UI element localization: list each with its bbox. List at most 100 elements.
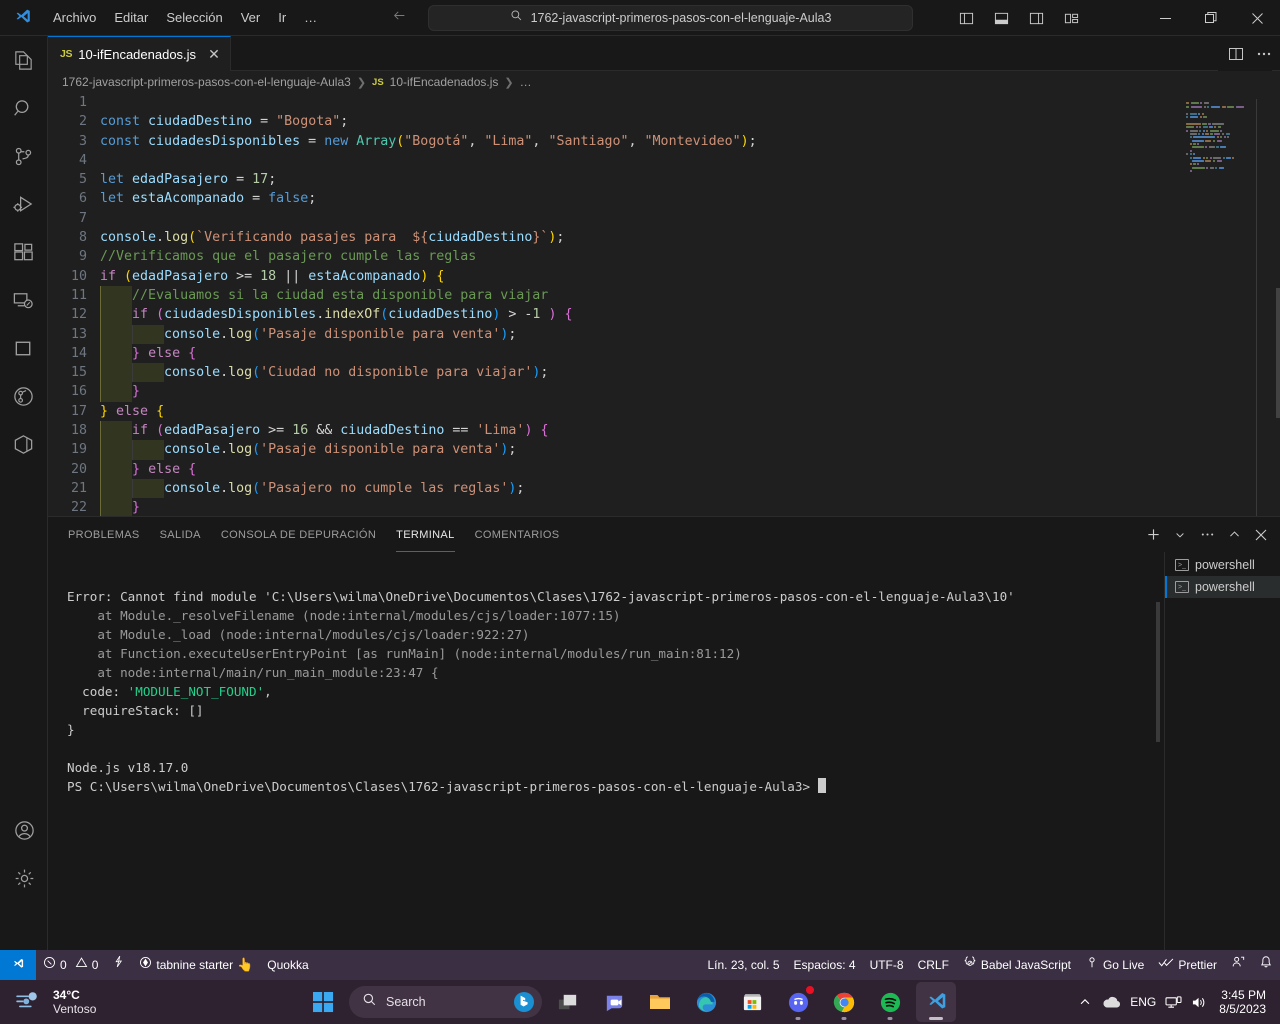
- volume-icon[interactable]: [1191, 995, 1208, 1010]
- vscode-icon[interactable]: [916, 982, 956, 1022]
- testing-square-icon[interactable]: [0, 324, 48, 372]
- tab-salida[interactable]: SALIDA: [150, 517, 211, 552]
- gitlens-icon[interactable]: [0, 372, 48, 420]
- code-editor[interactable]: 1 2 3 4 5 6 7 8 9 10 11 12 13 14 15 16 17 18 19 20 21 22 cons…: [48, 93, 1280, 516]
- menu-ir[interactable]: Ir: [269, 6, 295, 30]
- line-number: 15: [70, 365, 87, 381]
- toggle-secondary-sidebar-icon[interactable]: [1023, 5, 1049, 31]
- window-close-button[interactable]: [1234, 0, 1280, 36]
- extensions-icon[interactable]: [0, 228, 48, 276]
- terminal-instance-label: powershell: [1195, 558, 1255, 572]
- microsoft-store-icon[interactable]: [732, 982, 772, 1022]
- breadcrumb-symbol[interactable]: …: [520, 75, 532, 89]
- close-panel-icon[interactable]: [1250, 524, 1272, 546]
- toggle-primary-sidebar-icon[interactable]: [953, 5, 979, 31]
- code-content[interactable]: const ciudadDestino = "Bogota"; const ci…: [100, 93, 1280, 516]
- discord-icon[interactable]: [778, 982, 818, 1022]
- status-indentation[interactable]: Espacios: 4: [787, 954, 863, 976]
- more-actions-icon[interactable]: [1196, 524, 1218, 546]
- status-eol[interactable]: CRLF: [911, 954, 956, 976]
- go-live-label: Go Live: [1102, 958, 1145, 972]
- toggle-panel-icon[interactable]: [988, 5, 1014, 31]
- tab-comentarios[interactable]: COMENTARIOS: [465, 517, 570, 552]
- menu-more[interactable]: …: [295, 6, 326, 30]
- minimap[interactable]: [1186, 99, 1266, 516]
- weather-temperature: 34°C: [53, 988, 80, 1002]
- onedrive-icon[interactable]: [1101, 995, 1121, 1009]
- code-line: //Evaluamos si la ciudad esta disponible…: [100, 285, 1280, 306]
- file-explorer-icon[interactable]: [640, 982, 680, 1022]
- windows-start-icon[interactable]: [303, 982, 343, 1022]
- terminal-dropdown-icon[interactable]: [1169, 524, 1191, 546]
- window-maximize-button[interactable]: [1188, 0, 1234, 36]
- windows-taskbar: 34°C Ventoso Search ENG 3:45 PM 8/5/2023: [0, 980, 1280, 1024]
- command-center-search[interactable]: 1762-javascript-primeros-pasos-con-el-le…: [428, 5, 913, 31]
- status-tabnine[interactable]: tabnine starter 👆: [132, 954, 260, 976]
- terminal-line: }: [67, 722, 75, 737]
- tab-problemas[interactable]: PROBLEMAS: [58, 517, 150, 552]
- remote-explorer-icon[interactable]: [0, 276, 48, 324]
- network-icon[interactable]: [1165, 995, 1182, 1010]
- google-chrome-icon[interactable]: [824, 982, 864, 1022]
- status-quokka[interactable]: Quokka: [260, 954, 315, 976]
- editor-scrollbar[interactable]: [1276, 288, 1280, 418]
- customize-layout-icon[interactable]: [1058, 5, 1084, 31]
- terminal-instance-1[interactable]: >_ powershell: [1165, 554, 1280, 576]
- search-icon: [362, 992, 377, 1012]
- code-line: }: [100, 382, 1280, 402]
- bottom-panel: PROBLEMAS SALIDA CONSOLA DE DEPURACIÓN T…: [48, 516, 1280, 951]
- new-terminal-icon[interactable]: [1142, 524, 1164, 546]
- terminal-output[interactable]: Error: Cannot find module 'C:\Users\wilm…: [48, 552, 1164, 951]
- search-icon[interactable]: [0, 84, 48, 132]
- minimap-slider[interactable]: [1256, 99, 1266, 516]
- editor-tab-label: 10-ifEncadenados.js: [78, 46, 197, 62]
- taskbar-clock[interactable]: 3:45 PM 8/5/2023: [1217, 988, 1272, 1016]
- settings-gear-icon[interactable]: [0, 854, 48, 902]
- split-editor-icon[interactable]: [1228, 46, 1244, 62]
- more-actions-icon[interactable]: [1256, 46, 1272, 62]
- spotify-icon[interactable]: [870, 982, 910, 1022]
- status-prettier[interactable]: Prettier: [1151, 954, 1224, 976]
- maximize-panel-icon[interactable]: [1223, 524, 1245, 546]
- breadcrumb-folder[interactable]: 1762-javascript-primeros-pasos-con-el-le…: [62, 75, 351, 89]
- menu-seleccion[interactable]: Selección: [157, 6, 231, 30]
- close-icon[interactable]: ✕: [208, 47, 220, 61]
- editor-tab-10-ifencadenados[interactable]: JS 10-ifEncadenados.js ✕: [48, 36, 231, 71]
- menu-ver[interactable]: Ver: [232, 6, 270, 30]
- run-and-debug-icon[interactable]: [0, 180, 48, 228]
- taskbar-weather-widget[interactable]: 34°C Ventoso: [0, 988, 96, 1016]
- arrow-left-icon[interactable]: [392, 9, 407, 26]
- status-radon[interactable]: [105, 954, 132, 976]
- language-indicator[interactable]: ENG: [1130, 995, 1156, 1009]
- minimap-line: [1186, 112, 1254, 115]
- status-encoding[interactable]: UTF-8: [863, 954, 911, 976]
- bing-chat-icon[interactable]: [513, 991, 535, 1018]
- accounts-icon[interactable]: [0, 806, 48, 854]
- tab-terminal[interactable]: TERMINAL: [386, 517, 464, 552]
- menu-archivo[interactable]: Archivo: [44, 6, 105, 30]
- menu-bar: Archivo Editar Selección Ver Ir …: [44, 6, 326, 30]
- explorer-icon[interactable]: [0, 36, 48, 84]
- terminal-scrollbar[interactable]: [1156, 602, 1160, 742]
- status-go-live[interactable]: Go Live: [1078, 954, 1151, 976]
- remote-window-icon[interactable]: [0, 950, 36, 980]
- menu-editar[interactable]: Editar: [105, 6, 157, 30]
- terminal-prompt: PS C:\Users\wilma\OneDrive\Documentos\Cl…: [67, 779, 811, 794]
- terminal-line: requireStack: []: [67, 703, 204, 718]
- docker-icon[interactable]: [0, 420, 48, 468]
- microsoft-edge-icon[interactable]: [686, 982, 726, 1022]
- task-view-icon[interactable]: [548, 982, 588, 1022]
- status-feedback[interactable]: [1224, 954, 1252, 976]
- teams-chat-icon[interactable]: [594, 982, 634, 1022]
- status-cursor-position[interactable]: Lín. 23, col. 5: [700, 954, 786, 976]
- source-control-icon[interactable]: [0, 132, 48, 180]
- breadcrumb-file[interactable]: 10-ifEncadenados.js: [390, 75, 499, 89]
- tab-consola-de-depuracion[interactable]: CONSOLA DE DEPURACIÓN: [211, 517, 386, 552]
- show-hidden-icons-icon[interactable]: [1078, 995, 1092, 1009]
- terminal-instance-2[interactable]: >_ powershell: [1165, 576, 1280, 598]
- status-problems[interactable]: 0 0: [36, 954, 105, 976]
- status-notifications[interactable]: [1252, 954, 1280, 976]
- status-language-mode[interactable]: Babel JavaScript: [956, 954, 1078, 976]
- window-minimize-button[interactable]: [1142, 0, 1188, 36]
- taskbar-search-box[interactable]: Search: [349, 986, 542, 1018]
